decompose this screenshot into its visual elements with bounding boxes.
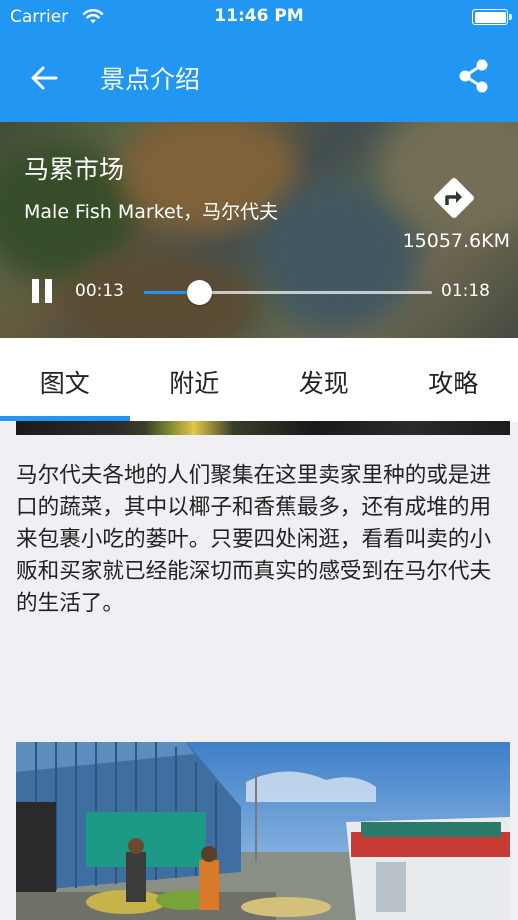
progress-slider[interactable] [144,280,432,305]
back-arrow-icon[interactable] [24,58,64,98]
spot-subtitle: Male Fish Market，马尔代夫 [24,201,279,223]
tab-图文[interactable]: 图文 [0,338,130,422]
clock: 11:46 PM [214,6,304,26]
distance-label: 15057.6KM [402,230,510,252]
market-photo [16,742,510,920]
current-time: 00:13 [75,281,124,301]
progress-knob[interactable] [186,280,212,305]
tab-发现[interactable]: 发现 [259,338,389,422]
total-time: 01:18 [441,281,490,301]
page-title: 景点介绍 [100,65,201,94]
directions-icon[interactable] [428,172,480,224]
status-bar: Carrier 11:46 PM [0,0,518,34]
nav-bar: 景点介绍 [0,34,518,122]
spot-header: 马累市场 Male Fish Market，马尔代夫 15057.6KM 00:… [0,122,518,338]
battery-icon [472,9,512,25]
tab-附近[interactable]: 附近 [130,338,260,422]
tab-攻略[interactable]: 攻略 [389,338,518,422]
spot-name: 马累市场 [24,155,125,184]
article-image-top [16,421,510,435]
tab-bar: 图文 附近 发现 攻略 [0,338,518,422]
article-text: 马尔代夫各地的人们聚集在这里卖家里种的或是进口的蔬菜，其中以椰子和香蕉最多，还有… [16,463,492,616]
pause-icon[interactable] [30,278,56,304]
share-icon[interactable] [454,56,494,96]
